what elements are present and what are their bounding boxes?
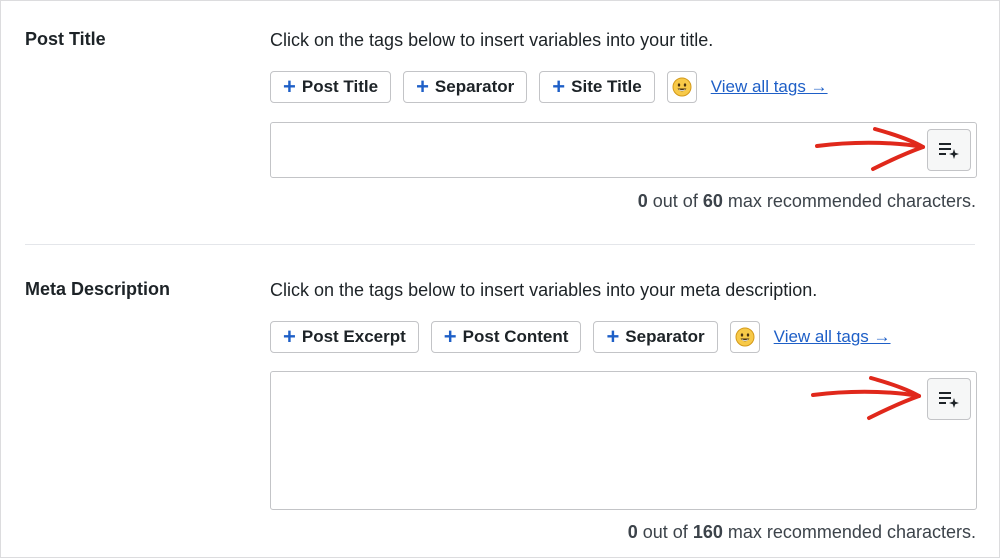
post-title-input[interactable] bbox=[270, 122, 977, 178]
post-title-tag-row: + Post Title + Separator + Site Title Vi… bbox=[270, 71, 828, 103]
counter-suffix: max recommended characters. bbox=[727, 522, 976, 542]
counter-suffix: max recommended characters. bbox=[727, 191, 976, 211]
meta-description-section: Meta Description Click on the tags below… bbox=[1, 245, 1000, 559]
plus-icon: + bbox=[283, 324, 296, 349]
ai-generate-button[interactable] bbox=[927, 378, 971, 420]
tag-button-post-content[interactable]: + Post Content bbox=[430, 321, 582, 353]
tag-button-site-title[interactable]: + Site Title bbox=[539, 71, 655, 103]
ai-sparkle-list-icon bbox=[939, 392, 959, 408]
post-title-char-counter: 0 out of 60 max recommended characters. bbox=[638, 191, 976, 212]
tag-label: Post Excerpt bbox=[301, 327, 406, 346]
ai-sparkle-list-icon bbox=[939, 143, 959, 159]
smiley-emoji-icon bbox=[735, 327, 755, 347]
tag-label: Site Title bbox=[571, 77, 642, 96]
emoji-picker-button[interactable] bbox=[666, 71, 697, 103]
emoji-picker-button[interactable] bbox=[729, 321, 760, 353]
tag-button-separator[interactable]: + Separator bbox=[593, 321, 718, 353]
ai-generate-button[interactable] bbox=[927, 129, 971, 171]
post-title-instruction: Click on the tags below to insert variab… bbox=[270, 30, 714, 50]
tag-label: Separator bbox=[434, 77, 515, 96]
tag-label: Separator bbox=[625, 327, 705, 346]
meta-description-tag-row: + Post Excerpt + Post Content + Separato… bbox=[270, 321, 891, 353]
tag-button-post-title[interactable]: + Post Title bbox=[270, 71, 392, 103]
tag-label: Post Title bbox=[301, 77, 379, 96]
tag-button-separator[interactable]: + Separator bbox=[403, 71, 528, 103]
char-max: 60 bbox=[702, 191, 723, 211]
meta-description-instruction: Click on the tags below to insert variab… bbox=[270, 280, 818, 300]
post-title-label: Post Title bbox=[25, 29, 106, 49]
char-count: 0 bbox=[637, 191, 648, 211]
view-all-tags-link[interactable]: View all tags → bbox=[774, 327, 891, 347]
post-title-section: Post Title Click on the tags below to in… bbox=[1, 1, 1000, 245]
counter-mid: out of bbox=[652, 191, 698, 211]
plus-icon: + bbox=[416, 74, 429, 99]
char-count: 0 bbox=[627, 522, 638, 542]
plus-icon: + bbox=[552, 74, 566, 99]
seo-settings-panel: Post Title Click on the tags below to in… bbox=[0, 0, 1000, 558]
tag-label: Post Content bbox=[462, 327, 569, 346]
smiley-emoji-icon bbox=[672, 77, 692, 97]
tag-button-post-excerpt[interactable]: + Post Excerpt bbox=[270, 321, 419, 353]
meta-description-label: Meta Description bbox=[25, 279, 171, 299]
plus-icon: + bbox=[443, 324, 457, 349]
char-max: 160 bbox=[692, 522, 723, 542]
counter-mid: out of bbox=[642, 522, 688, 542]
meta-description-char-counter: 0 out of 160 max recommended characters. bbox=[628, 522, 976, 543]
plus-icon: + bbox=[606, 324, 620, 349]
plus-icon: + bbox=[283, 74, 296, 99]
view-all-tags-link[interactable]: View all tags → bbox=[711, 77, 828, 97]
meta-description-textarea[interactable] bbox=[270, 371, 977, 510]
